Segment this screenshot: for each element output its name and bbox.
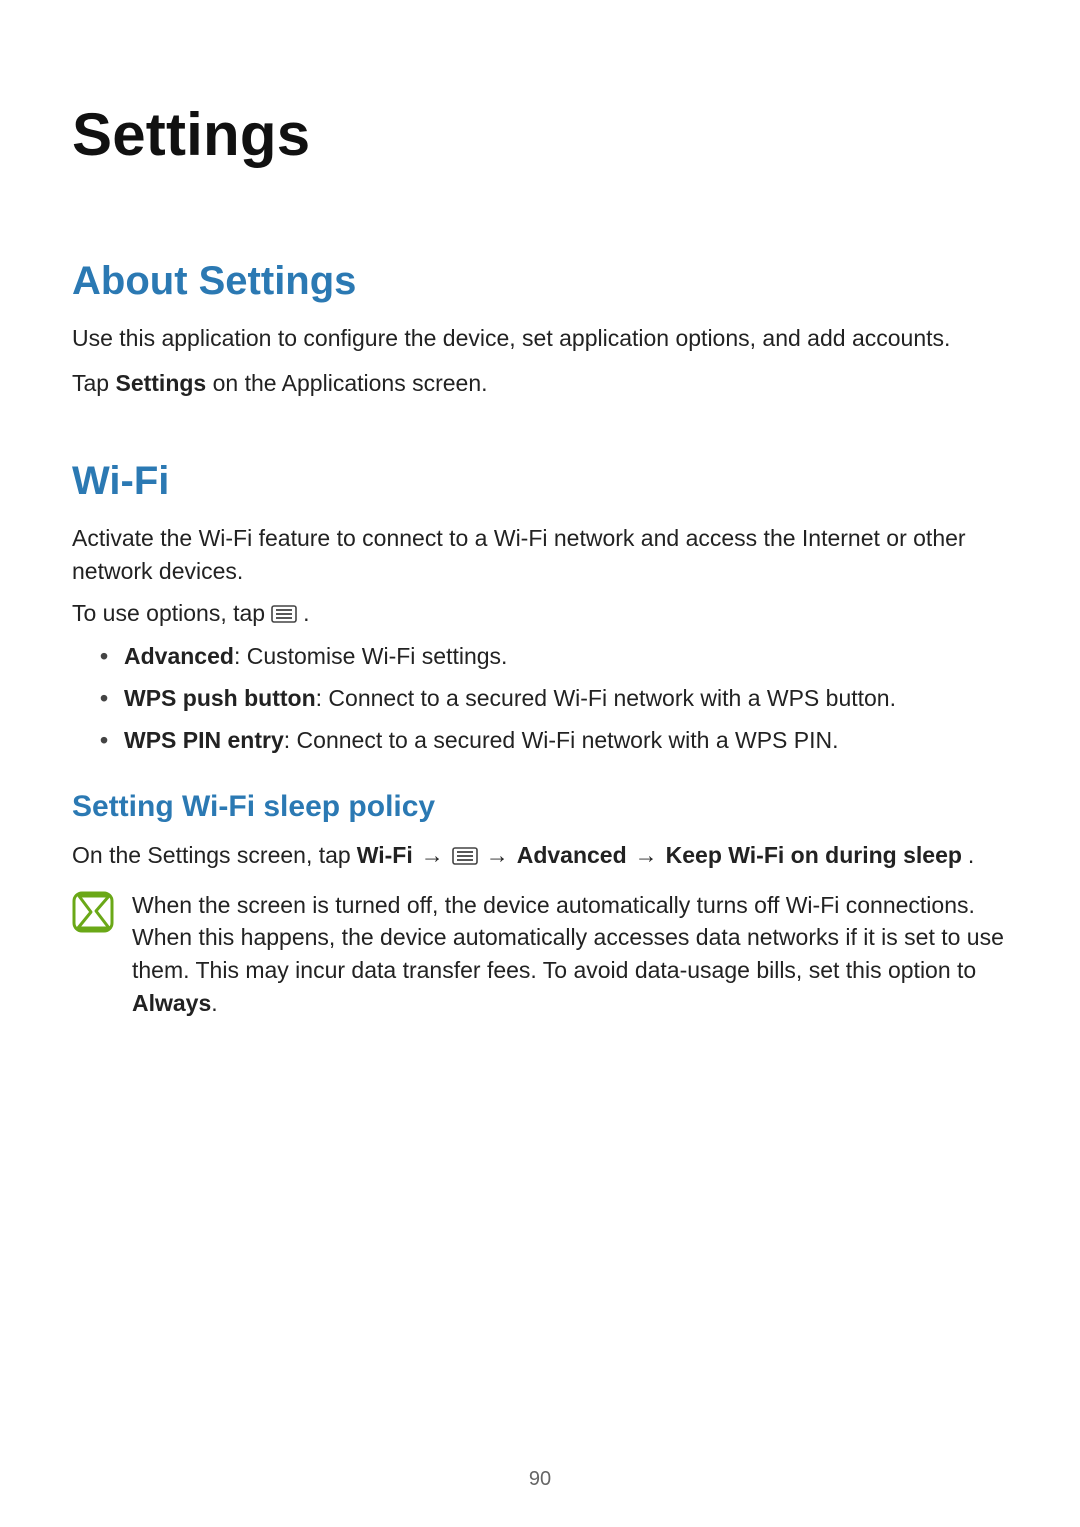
note-icon — [72, 891, 114, 933]
about-paragraph-2: Tap Settings on the Applications screen. — [72, 367, 1008, 400]
wifi-sleep-path: On the Settings screen, tap Wi-Fi → → Ad… — [72, 838, 1008, 873]
arrow-icon: → — [419, 838, 446, 873]
option-term: WPS PIN entry — [124, 727, 284, 753]
note-bold-always: Always — [132, 990, 211, 1016]
section-wifi: Wi-Fi Activate the Wi-Fi feature to conn… — [72, 459, 1008, 1020]
arrow-icon: → — [633, 838, 660, 873]
page-title: Settings — [72, 100, 1008, 169]
menu-icon — [271, 605, 297, 623]
path-step-advanced: Advanced — [517, 838, 627, 873]
path-step-wifi: Wi-Fi — [357, 838, 413, 873]
option-desc: : Connect to a secured Wi-Fi network wit… — [284, 727, 839, 753]
path-prefix: On the Settings screen, tap — [72, 838, 351, 873]
heading-about-settings: About Settings — [72, 259, 1008, 304]
heading-wifi-sleep-policy: Setting Wi-Fi sleep policy — [72, 790, 1008, 824]
section-about: About Settings Use this application to c… — [72, 259, 1008, 401]
option-term: Advanced — [124, 643, 234, 669]
arrow-icon: → — [484, 838, 511, 873]
page-number: 90 — [0, 1468, 1080, 1491]
list-item: Advanced: Customise Wi-Fi settings. — [100, 639, 1008, 675]
note-block: When the screen is turned off, the devic… — [72, 889, 1008, 1020]
wifi-intro: Activate the Wi-Fi feature to connect to… — [72, 522, 1008, 589]
list-item: WPS push button: Connect to a secured Wi… — [100, 681, 1008, 717]
about-para2-prefix: Tap — [72, 370, 115, 396]
about-para2-tap-target: Settings — [115, 370, 206, 396]
option-term: WPS push button — [124, 685, 316, 711]
option-desc: : Connect to a secured Wi-Fi network wit… — [316, 685, 896, 711]
option-desc: : Customise Wi-Fi settings. — [234, 643, 508, 669]
note-text: When the screen is turned off, the devic… — [132, 889, 1008, 1020]
about-para2-suffix: on the Applications screen. — [213, 370, 488, 396]
wifi-options-suffix: . — [303, 600, 309, 627]
path-step-keep-wifi: Keep Wi-Fi on during sleep — [666, 838, 962, 873]
note-tail: . — [211, 990, 217, 1016]
note-body: When the screen is turned off, the devic… — [132, 892, 1004, 983]
about-paragraph-1: Use this application to configure the de… — [72, 322, 1008, 355]
wifi-options-prefix: To use options, tap — [72, 600, 265, 627]
wifi-options-list: Advanced: Customise Wi-Fi settings. WPS … — [72, 639, 1008, 758]
wifi-options-line: To use options, tap . — [72, 600, 1008, 627]
menu-icon — [452, 847, 478, 865]
path-suffix: . — [968, 838, 974, 873]
heading-wifi: Wi-Fi — [72, 459, 1008, 504]
list-item: WPS PIN entry: Connect to a secured Wi-F… — [100, 723, 1008, 759]
